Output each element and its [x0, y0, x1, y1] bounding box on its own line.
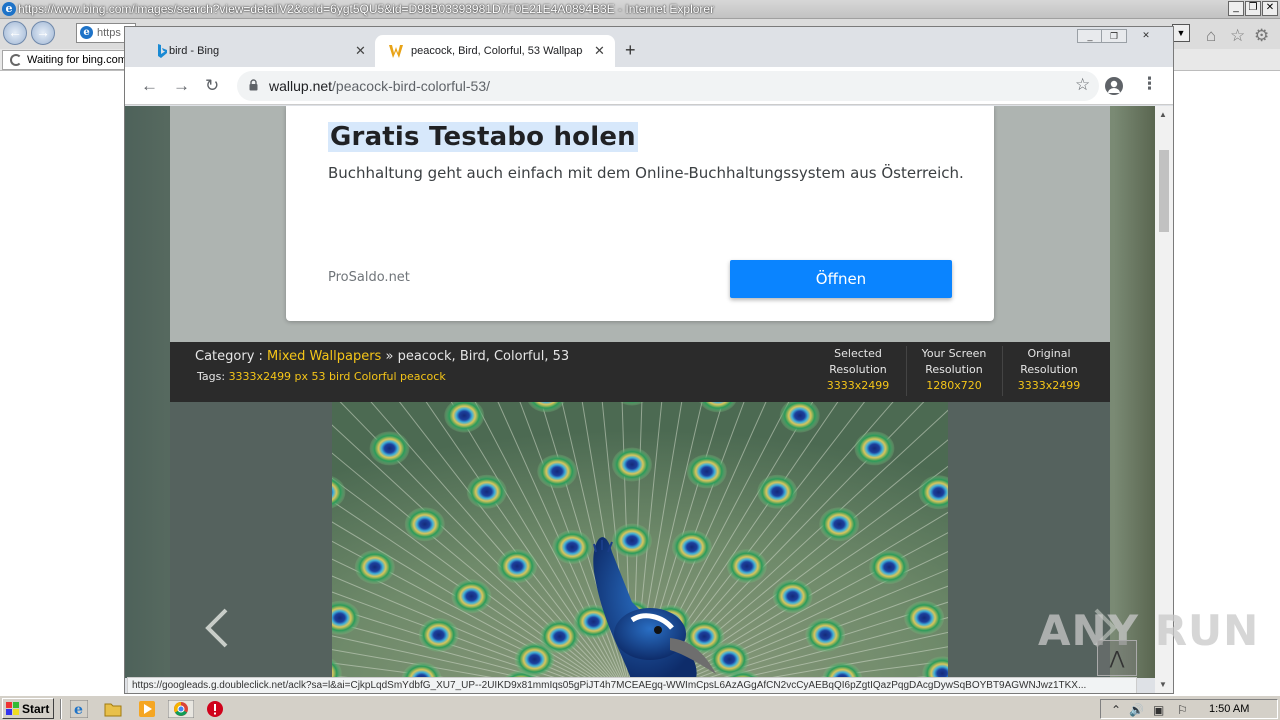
loading-spinner-icon	[10, 54, 22, 66]
ie-titlebar: e https://www.bing.com/images/search?vie…	[0, 0, 1280, 19]
action-center-flag-icon[interactable]: ⚐	[1177, 703, 1188, 717]
system-tray: ⌃ 🔊 ▣ ⚐ 1:50 AM	[1100, 699, 1278, 719]
tags-links[interactable]: 3333x2499 px 53 bird Colorful peacock	[229, 370, 446, 383]
tags-prefix: Tags:	[197, 370, 229, 383]
res-label: Original	[1027, 347, 1071, 360]
wallup-icon	[389, 45, 403, 58]
ie-address-text: https	[97, 27, 121, 39]
scroll-up-icon[interactable]: ▲	[1159, 110, 1167, 119]
volume-icon[interactable]: 🔊	[1129, 703, 1144, 717]
tab-peacock-wallpaper[interactable]: peacock, Bird, Colorful, 53 Wallpaper ✕	[375, 35, 615, 67]
chrome-taskbar-icon[interactable]	[168, 700, 194, 718]
res-label: Your Screen	[921, 347, 987, 360]
divider	[906, 346, 907, 396]
forward-arrow-icon[interactable]: →	[173, 76, 190, 96]
scroll-thumb[interactable]	[1159, 150, 1169, 232]
divider	[60, 699, 62, 719]
category-link[interactable]: Mixed Wallpapers	[267, 349, 381, 364]
ad-headline[interactable]: Gratis Testabo holen	[328, 122, 638, 152]
lock-icon	[249, 79, 258, 91]
ad-description: Buchhaltung geht auch einfach mit dem On…	[328, 164, 964, 182]
new-tab-button[interactable]: +	[625, 40, 636, 61]
screen-resolution: Your Screen Resolution 1280x720	[908, 346, 1000, 394]
wallpaper-title: peacock, Bird, Colorful, 53	[397, 349, 570, 364]
res-value[interactable]: 3333x2499	[1003, 378, 1095, 394]
res-label: Resolution	[829, 363, 887, 376]
reload-icon[interactable]: ↻	[205, 76, 219, 96]
ie-tab[interactable]: Waiting for bing.com	[2, 50, 126, 70]
wallpaper-image-area	[170, 402, 1117, 678]
res-label: Selected	[834, 347, 882, 360]
selected-resolution: Selected Resolution 3333x2499	[812, 346, 904, 394]
address-bar[interactable]: wallup.net/peacock-bird-colorful-53/ ☆	[237, 71, 1099, 101]
url-domain: wallup.net	[269, 78, 333, 94]
folder-icon[interactable]	[104, 700, 122, 718]
anyrun-watermark: ANY RUN	[1038, 606, 1260, 655]
tab-close-icon[interactable]: ✕	[355, 43, 366, 59]
previous-arrow-icon[interactable]	[202, 608, 232, 648]
breadcrumb-separator: »	[381, 349, 398, 364]
category-bar: Category : Mixed Wallpapers » peacock, B…	[170, 342, 1110, 402]
media-player-icon[interactable]	[138, 700, 156, 718]
ie-page-icon: e	[80, 26, 93, 39]
tray-expand-icon[interactable]: ⌃	[1111, 703, 1121, 717]
ie-back-button[interactable]: ←	[3, 21, 27, 45]
tab-bird-bing[interactable]: bird - Bing ✕	[133, 35, 373, 67]
res-label: Resolution	[1020, 363, 1078, 376]
scroll-down-icon[interactable]: ▼	[1159, 680, 1167, 689]
ad-open-button[interactable]: Öffnen	[730, 260, 952, 298]
tab-label: peacock, Bird, Colorful, 53 Wallpaper	[411, 45, 583, 57]
page-viewport: Gratis Testabo holen Buchhaltung geht au…	[125, 106, 1155, 678]
url-text: wallup.net/peacock-bird-colorful-53/	[269, 78, 490, 94]
ie-tab-label: Waiting for bing.com	[27, 54, 126, 66]
ie-restore-button[interactable]: ❐	[1245, 1, 1261, 16]
alert-icon[interactable]	[206, 700, 224, 718]
ie-forward-button[interactable]: →	[31, 21, 55, 45]
chrome-toolbar: ← → ↻ wallup.net/peacock-bird-colorful-5…	[125, 67, 1173, 105]
bing-icon	[158, 44, 167, 58]
peacock-photo[interactable]	[332, 402, 948, 678]
tab-close-icon[interactable]: ✕	[594, 43, 605, 59]
chrome-window: bird - Bing ✕ peacock, Bird, Colorful, 5…	[124, 26, 1174, 694]
ie-address-dropdown-button[interactable]: ▼	[1172, 24, 1190, 42]
network-icon[interactable]: ▣	[1153, 703, 1164, 717]
res-value[interactable]: 3333x2499	[812, 378, 904, 394]
tools-gear-icon[interactable]: ⚙	[1254, 26, 1269, 46]
ie-taskbar-icon[interactable]: e	[70, 700, 88, 718]
start-button[interactable]: Start	[2, 698, 54, 719]
clock[interactable]: 1:50 AM	[1209, 703, 1249, 715]
windows-flag-icon	[6, 702, 19, 715]
back-arrow-icon[interactable]: ←	[141, 76, 158, 96]
original-resolution: Original Resolution 3333x2499	[1003, 346, 1095, 394]
ie-window-title: https://www.bing.com/images/search?view=…	[18, 2, 715, 16]
chrome-tabstrip: bird - Bing ✕ peacock, Bird, Colorful, 5…	[125, 27, 1173, 67]
chrome-close-button[interactable]: ✕	[1133, 29, 1159, 43]
category-line: Category : Mixed Wallpapers » peacock, B…	[195, 349, 569, 364]
ie-logo-icon: e	[2, 2, 16, 16]
tab-label: bird - Bing	[169, 45, 220, 57]
chrome-restore-button[interactable]: ❐	[1101, 29, 1127, 43]
tags-line: Tags: 3333x2499 px 53 bird Colorful peac…	[197, 370, 446, 383]
svg-text:e: e	[74, 702, 83, 718]
taskbar: Start e ⌃ 🔊 ▣ ⚐ 1:50 AM	[0, 694, 1280, 720]
ad-card[interactable]: Gratis Testabo holen Buchhaltung geht au…	[286, 106, 994, 321]
ad-domain[interactable]: ProSaldo.net	[328, 270, 410, 285]
url-path: /peacock-bird-colorful-53/	[332, 78, 491, 94]
scroll-to-top-button[interactable]: ⋀	[1097, 640, 1137, 676]
home-icon[interactable]: ⌂	[1206, 26, 1216, 46]
favorites-star-icon[interactable]: ☆	[1230, 26, 1245, 46]
profile-avatar-icon[interactable]	[1105, 77, 1123, 95]
res-label: Resolution	[925, 363, 983, 376]
more-menu-icon[interactable]: ⋮	[1141, 74, 1158, 94]
ie-close-button[interactable]: ✕	[1262, 1, 1278, 16]
start-label: Start	[22, 702, 50, 716]
res-value[interactable]: 1280x720	[908, 378, 1000, 394]
bookmark-star-icon[interactable]: ☆	[1075, 75, 1090, 95]
ie-minimize-button[interactable]: _	[1228, 1, 1244, 16]
chrome-minimize-button[interactable]: _	[1077, 29, 1103, 43]
link-status-bar: https://googleads.g.doubleclick.net/aclk…	[127, 677, 1137, 693]
category-prefix: Category :	[195, 349, 268, 364]
